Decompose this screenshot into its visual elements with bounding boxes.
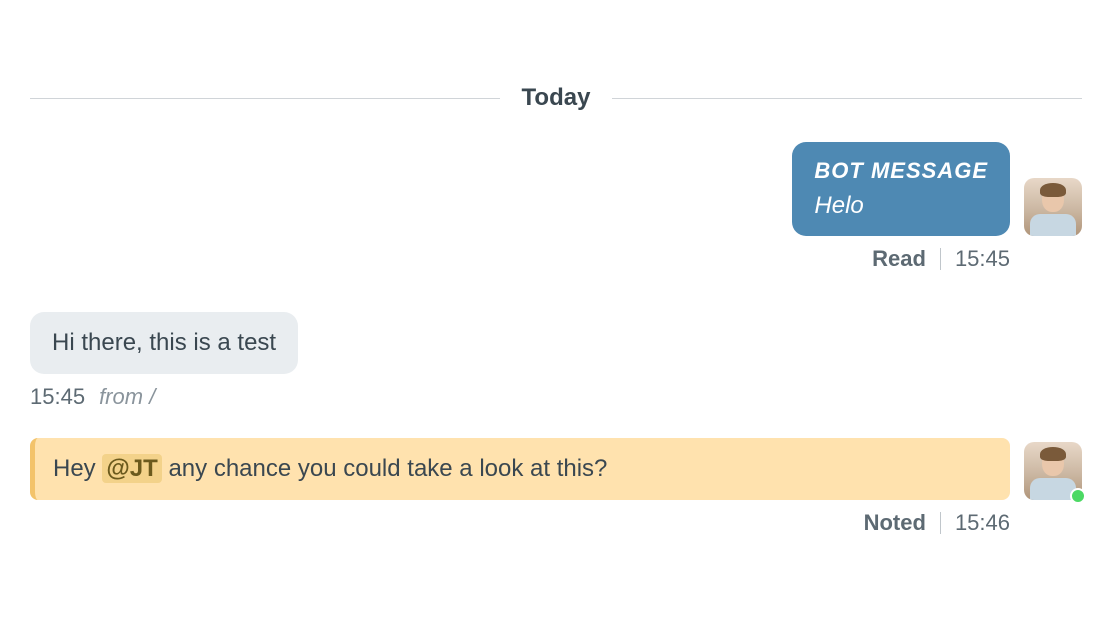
- separator-line-left: [30, 98, 500, 99]
- bot-message-label: BOT MESSAGE: [814, 156, 988, 187]
- message-source: from /: [99, 384, 155, 410]
- separator-label: Today: [500, 84, 613, 112]
- message-meta: Read 15:45: [872, 246, 1010, 272]
- meta-divider: [940, 512, 941, 534]
- date-separator: Today: [30, 84, 1082, 112]
- message-status: Noted: [864, 510, 926, 536]
- note-text-before: Hey: [53, 455, 102, 482]
- note-text-after: any chance you could take a look at this…: [162, 455, 608, 482]
- message-column: Hey @JT any chance you could take a look…: [30, 438, 1010, 536]
- chat-container: Today BOT MESSAGE Helo Read 15:45 Hi the…: [0, 84, 1112, 536]
- message-row-incoming: Hi there, this is a test 15:45 from /: [30, 312, 1082, 410]
- message-text: Helo: [814, 192, 863, 219]
- message-time: 15:46: [955, 510, 1010, 536]
- avatar: [1024, 178, 1082, 236]
- message-text: Hi there, this is a test: [52, 329, 276, 356]
- mention-chip[interactable]: @JT: [102, 454, 161, 483]
- message-row-note: Hey @JT any chance you could take a look…: [30, 438, 1082, 536]
- message-column: Hi there, this is a test 15:45 from /: [30, 312, 298, 410]
- message-column: BOT MESSAGE Helo Read 15:45: [792, 142, 1010, 272]
- presence-indicator: [1070, 488, 1086, 504]
- message-time: 15:45: [955, 246, 1010, 272]
- avatar-wrap[interactable]: [1024, 178, 1082, 236]
- message-bubble-bot[interactable]: BOT MESSAGE Helo: [792, 142, 1010, 236]
- meta-divider: [940, 248, 941, 270]
- message-row-outgoing: BOT MESSAGE Helo Read 15:45: [30, 142, 1082, 272]
- avatar-wrap[interactable]: [1024, 442, 1082, 500]
- message-time: 15:45: [30, 384, 85, 410]
- separator-line-right: [612, 98, 1082, 99]
- message-bubble-incoming[interactable]: Hi there, this is a test: [30, 312, 298, 374]
- message-meta: Noted 15:46: [864, 510, 1010, 536]
- message-status: Read: [872, 246, 926, 272]
- message-meta: 15:45 from /: [30, 384, 155, 410]
- message-bubble-note[interactable]: Hey @JT any chance you could take a look…: [30, 438, 1010, 500]
